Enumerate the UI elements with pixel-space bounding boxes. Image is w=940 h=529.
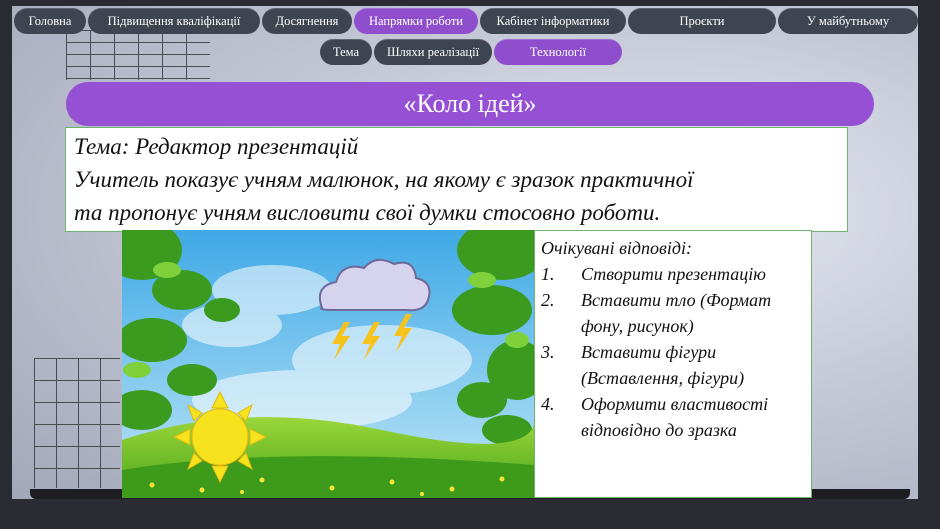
tab-cabinet[interactable]: Кабінет інформатики	[480, 8, 626, 34]
theme-title: Тема: Редактор презентацій	[74, 134, 359, 159]
tab-qualification[interactable]: Підвищення кваліфікації	[88, 8, 260, 34]
list-text: Вставити фігури (Вставлення, фігури)	[581, 342, 745, 388]
tab-achievements[interactable]: Досягнення	[262, 8, 352, 34]
tab-projects[interactable]: Проєкти	[628, 8, 776, 34]
list-number: 3.	[541, 342, 555, 362]
list-item: 2. Вставити тло (Формат фону, рисунок)	[541, 287, 805, 339]
theme-box: Тема: Редактор презентацій Учитель показ…	[65, 127, 848, 232]
frame-left	[0, 0, 12, 529]
theme-text-line-1: Учитель показує учням малюнок, на якому …	[74, 167, 694, 192]
answers-list: 1. Створити презентацію 2. Вставити тло …	[541, 261, 805, 443]
page-title-banner: «Коло ідей»	[66, 82, 874, 126]
frame-top	[0, 0, 940, 6]
list-item: 1. Створити презентацію	[541, 261, 805, 287]
decor-grid-top	[66, 30, 210, 80]
sun-icon	[172, 390, 268, 484]
expected-answers-box: Очікувані відповіді: 1. Створити презент…	[534, 230, 812, 498]
list-text: Створити презентацію	[581, 264, 766, 284]
answers-title: Очікувані відповіді:	[541, 238, 692, 258]
main-nav: Головна Підвищення кваліфікації Досягнен…	[14, 8, 920, 34]
tab-home[interactable]: Головна	[14, 8, 86, 34]
list-number: 1.	[541, 264, 555, 284]
list-number: 4.	[541, 394, 555, 414]
page-title: «Коло ідей»	[403, 89, 537, 118]
theme-text-line-2: та пропонує учням висловити свої думки с…	[74, 200, 661, 225]
tab-future[interactable]: У майбутньому	[778, 8, 918, 34]
subtab-topic[interactable]: Тема	[320, 39, 372, 65]
decor-grid-bottom	[34, 358, 120, 488]
list-text: Вставити тло (Формат фону, рисунок)	[581, 290, 772, 336]
sample-picture	[122, 230, 534, 498]
list-text: Оформити властивості відповідно до зразк…	[581, 394, 769, 440]
list-item: 4. Оформити властивості відповідно до зр…	[541, 391, 805, 443]
frame-right	[918, 0, 940, 529]
subtab-technologies[interactable]: Технології	[494, 39, 622, 65]
frame-bottom	[0, 499, 940, 529]
tab-directions[interactable]: Напрямки роботи	[354, 8, 478, 34]
list-number: 2.	[541, 290, 555, 310]
subtab-ways[interactable]: Шляхи реалізації	[374, 39, 492, 65]
list-item: 3. Вставити фігури (Вставлення, фігури)	[541, 339, 805, 391]
